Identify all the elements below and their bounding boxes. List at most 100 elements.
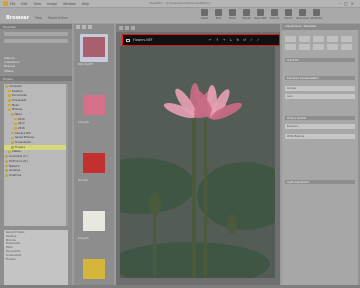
tree-scrollbar[interactable] [66, 84, 68, 226]
tree-node[interactable]: OneDrive [4, 173, 68, 178]
recent-folders-panel: Recent Folders Desktop Pictures Downloads Ni… [4, 230, 68, 286]
info-bar-tool-icon[interactable]: ✓ [250, 38, 253, 42]
tree-node-label: 2017 [18, 122, 25, 126]
right-panel: Adjustments / Metadata Quick Fix Exposure… [282, 24, 360, 288]
panel-field[interactable]: White Balance [285, 134, 355, 139]
thumbnail-label: Waterlily.NEF [78, 63, 93, 66]
menu-bar: File Edit View Image Window Help [10, 2, 89, 6]
adjust-preset-button[interactable] [313, 44, 324, 50]
toolbar-action-label: NX Studio [310, 17, 323, 20]
mode-map[interactable]: Map [35, 16, 42, 20]
tree-node-label: Computer [9, 84, 22, 88]
menu-view[interactable]: View [34, 2, 42, 6]
adjust-preset-button[interactable] [313, 36, 324, 42]
select-checkbox[interactable] [126, 38, 130, 42]
folder-icon [11, 141, 14, 144]
toolbar-action-label: Open With [254, 17, 267, 20]
info-bar-tool-icon[interactable]: → [223, 38, 226, 42]
title-bar: File Edit View Image Window Help ViewNX-… [0, 0, 360, 7]
waterlily-photo [120, 46, 275, 278]
info-bar-tool-icon[interactable]: ↓ [230, 38, 233, 42]
export-icon [285, 9, 292, 16]
adjust-preset-button[interactable] [299, 44, 310, 50]
panel-field[interactable]: Camera [285, 86, 355, 91]
tree-node-label: 2018 [18, 127, 25, 131]
thumbnail-label: Daisy.JPG [78, 237, 89, 240]
rotate-icon[interactable] [131, 26, 135, 30]
toolbar-upload-button[interactable]: Upload [240, 9, 253, 22]
tree-node-label: Pictures [12, 108, 23, 112]
list-view-icon[interactable] [82, 25, 86, 29]
toolbar-action-label: Camera [269, 17, 280, 20]
adjust-preset-button[interactable] [285, 36, 296, 42]
email-icon [229, 9, 236, 16]
folder-tree: Computer Desktop Documents Downloads Music Pi… [4, 84, 68, 226]
flower-stem [192, 118, 196, 278]
thumbnail-image [83, 37, 105, 57]
tree-node-label: Desktop [12, 89, 23, 93]
thumbnail[interactable] [80, 92, 108, 120]
menu-help[interactable]: Help [82, 2, 89, 6]
thumbnail[interactable] [80, 208, 108, 236]
favorites-row[interactable] [4, 32, 68, 36]
favorites-row[interactable] [4, 39, 68, 43]
toolbar-nx-studio-button[interactable]: NX Studio [310, 9, 323, 22]
zoom-fit-icon[interactable] [119, 26, 123, 30]
panel-field[interactable]: Lens [285, 94, 355, 99]
info-bar-tool-icon[interactable]: ↑ [216, 38, 219, 42]
filename-label: Flowers.NEF [133, 38, 153, 42]
adjust-preset-button[interactable] [341, 36, 352, 42]
info-bar-tool-icon[interactable]: ← [209, 38, 212, 42]
thumbnail[interactable] [80, 34, 108, 62]
toolbar-print-button[interactable]: Print [212, 9, 225, 22]
zoom-100-icon[interactable] [125, 26, 129, 30]
info-bar-tool-icon[interactable]: ↺ [243, 38, 246, 42]
filmstrip-view-icon[interactable] [88, 25, 92, 29]
tree-node-label: OneDrive [9, 173, 22, 177]
adjust-preset-button[interactable] [285, 44, 296, 50]
info-bar-tool-icon[interactable]: ✓ [257, 38, 260, 42]
toolbar-open-with-button[interactable]: Open With [254, 9, 267, 22]
toolbar-email-button[interactable]: Email [226, 9, 239, 22]
thumbnail[interactable] [80, 150, 108, 178]
studio-icon [313, 9, 320, 16]
thumbnail-label: Lotus.JPG [78, 121, 89, 124]
favorites-header[interactable]: Favorites [0, 24, 72, 29]
tree-node-label: Local Disk (C:) [9, 155, 28, 159]
toolbar-slide-show-button[interactable]: Slide show [296, 9, 309, 22]
mode-movie-editor[interactable]: Movie Editor [48, 16, 68, 20]
folders-header[interactable]: Folders [0, 76, 72, 81]
adjust-panel-header: Adjustments / Metadata [282, 24, 360, 30]
toolbar-adjust-button[interactable]: Adjust [198, 9, 211, 22]
folder-icon [8, 103, 11, 107]
grid-view-icon[interactable] [76, 25, 80, 29]
toolbar-export-button[interactable]: Export [282, 9, 295, 22]
panel-field[interactable]: Exposure [285, 124, 355, 129]
flower-stem [204, 120, 207, 278]
collection-item[interactable]: Videos [4, 69, 19, 73]
flower-bud [149, 192, 161, 216]
section-label: Picture Control [287, 116, 307, 120]
left-panel: Favorites Albums Collections Pictures Vi… [0, 24, 72, 288]
info-bar-tool-icon[interactable]: ↻ [236, 38, 239, 42]
menu-file[interactable]: File [10, 2, 15, 6]
menu-window[interactable]: Window [63, 2, 76, 6]
main-photo [120, 46, 275, 278]
adjust-preset-button[interactable] [327, 44, 338, 50]
collections-list: Albums Collections Pictures Videos [4, 56, 19, 73]
recent-folder-item[interactable]: Flowers [6, 258, 66, 262]
adjust-preset-button[interactable] [327, 36, 338, 42]
maximize-icon[interactable]: □ [344, 1, 351, 6]
toolbar-camera-button[interactable]: Camera [268, 9, 281, 22]
menu-edit[interactable]: Edit [21, 2, 27, 6]
app-logo-icon [3, 1, 8, 6]
menu-image[interactable]: Image [47, 2, 57, 6]
thumbnail[interactable] [80, 256, 108, 284]
window-title: ViewNX-i - [C:\Users\user\Pictures\Nikon… [149, 1, 211, 5]
close-icon[interactable]: × [351, 1, 357, 6]
tree-node-label: Screenshots [15, 141, 31, 145]
camera-icon [271, 9, 278, 16]
mode-browser[interactable]: Browser [6, 15, 29, 21]
adjust-preset-button[interactable] [299, 36, 310, 42]
adjust-preset-button[interactable] [341, 44, 352, 50]
